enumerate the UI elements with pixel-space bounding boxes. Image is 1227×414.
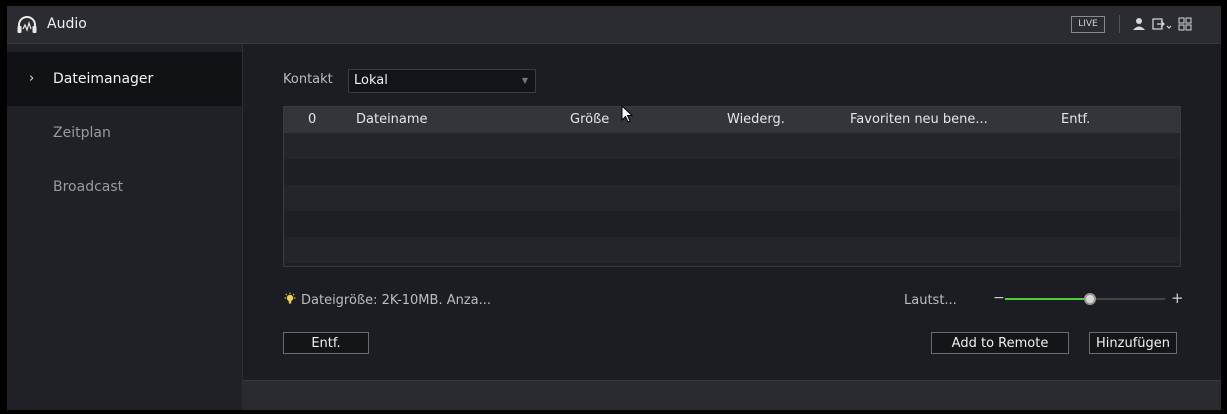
headphones-logo-icon [17, 16, 37, 33]
kontakt-select-value: Lokal [354, 73, 388, 88]
delete-button[interactable]: Entf. [283, 332, 369, 354]
file-size-hint: Dateigröße: 2K-10MB. Anza... [301, 293, 492, 308]
volume-minus-button[interactable]: − [993, 290, 1005, 306]
title-bar: Audio LIVE [7, 6, 1221, 44]
add-button[interactable]: Hinzufügen [1089, 332, 1177, 354]
volume-slider-fill [1005, 298, 1090, 300]
table-row[interactable] [284, 211, 1180, 237]
column-header-size[interactable]: Größe [570, 112, 609, 127]
volume-label: Lautst... [904, 293, 957, 308]
column-header-delete[interactable]: Entf. [1061, 112, 1090, 127]
sidebar-item-label: Broadcast [53, 179, 124, 195]
column-header-filename[interactable]: Dateiname [356, 112, 428, 127]
volume-slider[interactable] [1005, 293, 1165, 305]
table-row[interactable] [284, 159, 1180, 185]
table-row[interactable] [284, 185, 1180, 211]
volume-plus-button[interactable]: + [1171, 289, 1184, 307]
sidebar-item-dateimanager[interactable]: › Dateimanager [7, 52, 242, 106]
user-icon[interactable] [1131, 15, 1147, 33]
table-row[interactable] [284, 133, 1180, 159]
main-panel: Kontakt Lokal ▼ 0 Dateiname Größe Wieder… [243, 44, 1221, 379]
app-title: Audio [47, 16, 87, 32]
sidebar: › Dateimanager Zeitplan Broadcast [7, 44, 243, 410]
column-header-index[interactable]: 0 [308, 112, 316, 127]
table-header: 0 Dateiname Größe Wiederg. Favoriten neu… [284, 107, 1180, 133]
sidebar-item-zeitplan[interactable]: Zeitplan [7, 106, 242, 160]
live-button[interactable]: LIVE [1071, 16, 1105, 33]
dropdown-arrow-icon: ▼ [521, 76, 528, 85]
lightbulb-icon [284, 292, 296, 304]
footer-bar [243, 380, 1221, 410]
kontakt-label: Kontakt [283, 72, 333, 87]
volume-slider-handle[interactable] [1083, 293, 1096, 305]
kontakt-select[interactable]: Lokal ▼ [348, 69, 536, 93]
grid-menu-icon[interactable] [1177, 15, 1193, 33]
title-bar-divider [1119, 15, 1120, 33]
sidebar-item-broadcast[interactable]: Broadcast [7, 160, 242, 214]
chevron-right-icon: › [29, 71, 35, 86]
column-header-favorites-rename[interactable]: Favoriten neu bene... [850, 112, 988, 127]
add-to-remote-button[interactable]: Add to Remote [931, 332, 1069, 354]
mouse-cursor-icon [621, 105, 634, 123]
file-table: 0 Dateiname Größe Wiederg. Favoriten neu… [283, 106, 1181, 267]
table-row[interactable] [284, 237, 1180, 263]
app-window: Audio LIVE › Dateimanager Zeitplan Broad… [7, 6, 1221, 410]
sidebar-item-label: Zeitplan [53, 125, 111, 141]
column-header-play[interactable]: Wiederg. [727, 112, 785, 127]
logout-icon[interactable] [1151, 15, 1173, 33]
sidebar-item-label: Dateimanager [53, 71, 154, 87]
